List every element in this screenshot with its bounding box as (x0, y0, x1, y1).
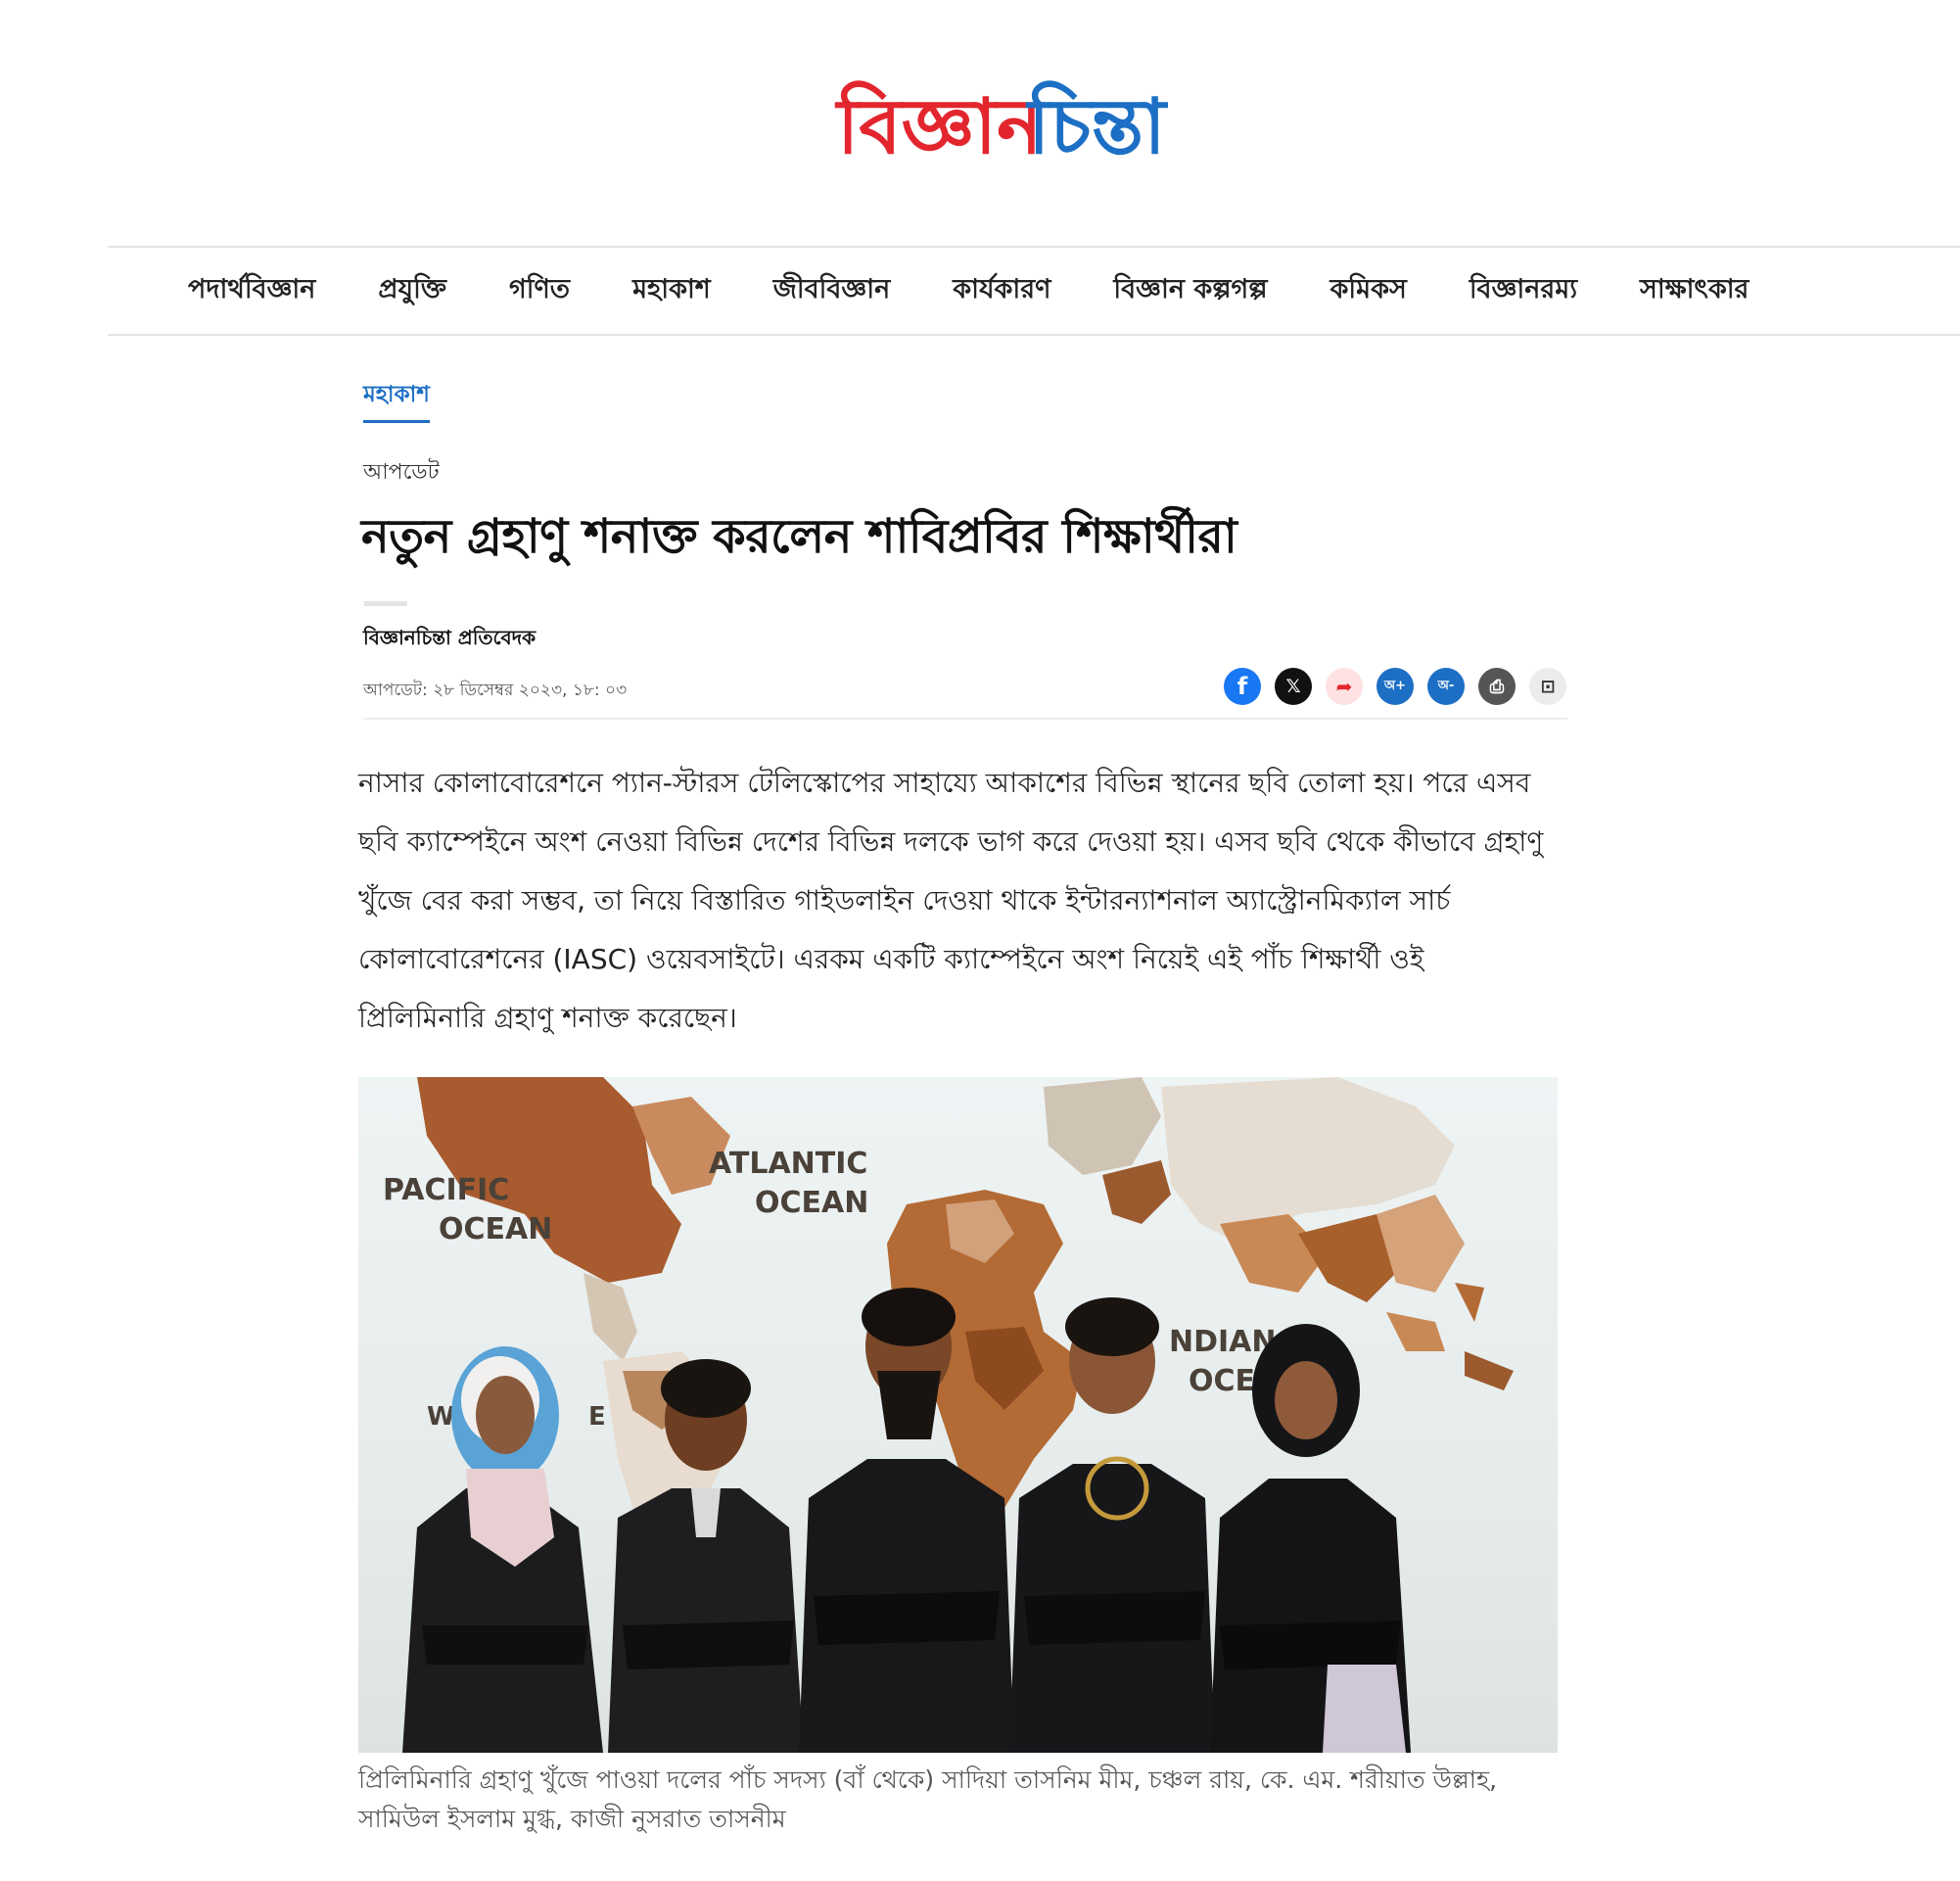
main-nav: পদার্থবিজ্ঞান প্রযুক্তি গণিত মহাকাশ জীবব… (108, 246, 1960, 336)
updated-date: আপডেট: ২৮ ডিসেম্বর ২০২৩, ১৮: ০৩ (363, 681, 628, 700)
nav-item-causality[interactable]: কার্যকারণ (953, 269, 1050, 313)
meta-divider (363, 718, 1567, 720)
article-kicker: আপডেট (363, 460, 440, 485)
compass-w: W (427, 1402, 455, 1432)
map-label-atlantic: ATLANTIC (709, 1147, 867, 1181)
nav-item-biology[interactable]: জীববিজ্ঞান (773, 269, 890, 313)
article-photo: PACIFIC OCEAN ATLANTIC OCEAN NDIAN OCEAN… (358, 1077, 1558, 1753)
photo-caption: প্রিলিমিনারি গ্রহাণু খুঁজে পাওয়া দলের প… (358, 1765, 1498, 1833)
font-increase-icon[interactable]: অ+ (1377, 668, 1414, 705)
map-label-pacific: PACIFIC (383, 1173, 509, 1207)
nav-item-interview[interactable]: সাক্ষাৎকার (1640, 269, 1749, 313)
nav-item-math[interactable]: গণিত (509, 269, 570, 313)
map-label-indian: NDIAN (1169, 1325, 1277, 1359)
nav-item-comics[interactable]: কমিকস (1330, 269, 1406, 313)
nav-item-science-humor[interactable]: বিজ্ঞানরম্য (1470, 269, 1577, 313)
font-decrease-icon[interactable]: অ- (1427, 668, 1465, 705)
facebook-icon[interactable]: f (1224, 668, 1261, 705)
bookmark-icon[interactable]: ⊡ (1529, 668, 1566, 705)
share-toolbar: f 𝕏 ➦ অ+ অ- ⎙ ⊡ (1224, 668, 1580, 705)
nav-item-technology[interactable]: প্রযুক্তি (378, 269, 446, 313)
site-logo[interactable]: বিজ্ঞান চিন্তা (837, 78, 1185, 176)
logo-text-part2: চিন্তা (1028, 83, 1166, 171)
compass-e: E (588, 1402, 606, 1432)
share-icon[interactable]: ➦ (1326, 668, 1363, 705)
nav-item-space[interactable]: মহাকাশ (632, 269, 711, 313)
x-icon[interactable]: 𝕏 (1275, 668, 1312, 705)
article-body: নাসার কোলাবোরেশনে প্যান-স্টারস টেলিস্কোপ… (358, 767, 1544, 1034)
nav-item-science-fiction[interactable]: বিজ্ঞান কল্পগল্প (1113, 269, 1267, 313)
print-icon[interactable]: ⎙ (1478, 668, 1516, 705)
photo-illustration: PACIFIC OCEAN ATLANTIC OCEAN NDIAN OCEAN… (383, 1077, 1514, 1753)
section-link[interactable]: মহাকাশ (363, 376, 430, 423)
article-title: নতুন গ্রহাণু শনাক্ত করলেন শাবিপ্রবির শিক… (361, 509, 1237, 564)
map-label-atlantic-ocean: OCEAN (755, 1186, 868, 1220)
author-link[interactable]: বিজ্ঞানচিন্তা প্রতিবেদক (363, 624, 536, 656)
map-label-pacific-ocean: OCEAN (439, 1212, 552, 1246)
nav-item-physics[interactable]: পদার্থবিজ্ঞান (188, 269, 315, 313)
title-divider (364, 601, 407, 606)
logo-text-part1: বিজ্ঞান (837, 83, 1043, 171)
